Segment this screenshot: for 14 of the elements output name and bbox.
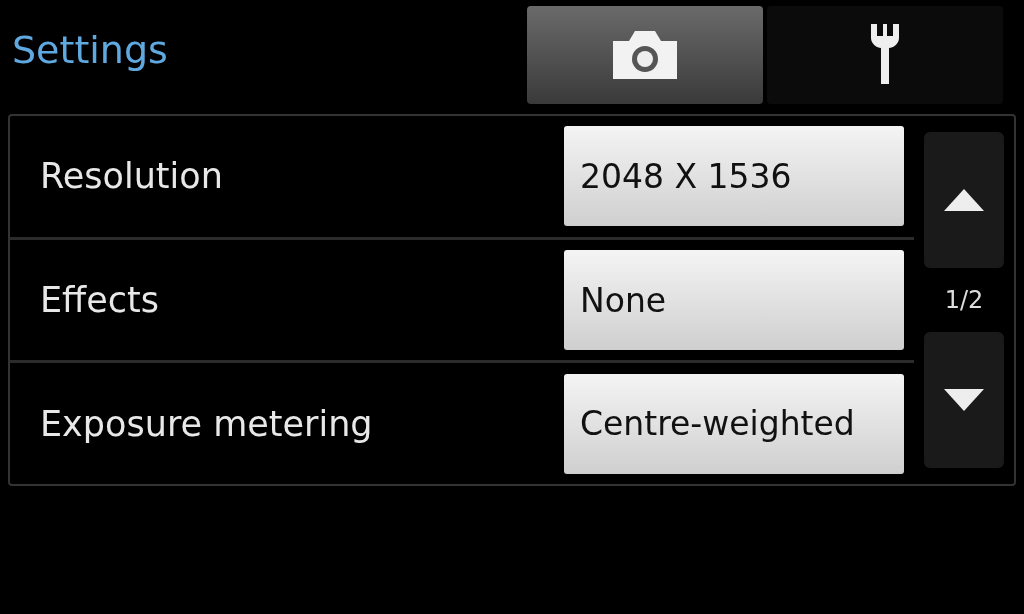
tab[interactable] — [527, 6, 763, 104]
setting-value-button[interactable]: None — [564, 250, 904, 350]
tab[interactable] — [767, 6, 1003, 104]
setting-label: Resolution — [40, 156, 224, 197]
page-indicator: 1/2 — [944, 285, 984, 316]
scroll-down-button[interactable] — [924, 332, 1004, 468]
screen-title: Settings — [11, 28, 169, 72]
up-triangle-icon — [944, 189, 984, 211]
down-triangle-icon — [944, 389, 984, 411]
setting-value-button[interactable]: Centre-weighted — [564, 373, 904, 474]
scroll-up-button[interactable] — [924, 132, 1004, 268]
setting-value-button[interactable]: 2048 X 1536 — [564, 126, 904, 227]
setting-label: Exposure metering — [40, 403, 374, 444]
setting-label: Effects — [40, 280, 160, 320]
